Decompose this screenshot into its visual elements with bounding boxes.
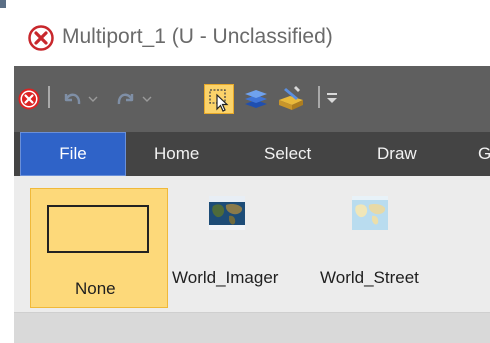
toolbar-separator bbox=[48, 86, 50, 108]
redo-dropdown-icon[interactable] bbox=[142, 94, 152, 104]
tab-draw[interactable]: Draw bbox=[377, 132, 417, 176]
title-bar: Multiport_1 (U - Unclassified) bbox=[0, 8, 490, 66]
window-title: Multiport_1 (U - Unclassified) bbox=[62, 25, 333, 48]
app-window: Multiport_1 (U - Unclassified) File Home… bbox=[0, 0, 490, 343]
edit-tool-icon[interactable] bbox=[276, 84, 306, 112]
undo-dropdown-icon[interactable] bbox=[88, 94, 98, 104]
ribbon-panel: None World_Imager World_Street bbox=[14, 176, 490, 313]
basemap-label: None bbox=[75, 279, 116, 298]
tab-home[interactable]: Home bbox=[154, 132, 199, 176]
basemap-world-street[interactable]: World_Street bbox=[320, 188, 460, 308]
content-area bbox=[14, 313, 490, 343]
none-swatch bbox=[47, 205, 149, 253]
close-circle-icon[interactable] bbox=[18, 88, 40, 110]
customize-icon[interactable] bbox=[326, 92, 338, 104]
window-edge bbox=[0, 0, 6, 8]
app-error-icon bbox=[28, 25, 54, 51]
basemap-label: World_Street bbox=[320, 268, 419, 287]
redo-icon[interactable] bbox=[114, 88, 138, 110]
tab-file[interactable]: File bbox=[20, 132, 126, 176]
basemap-world-imagery[interactable]: World_Imager bbox=[172, 188, 318, 308]
tab-select[interactable]: Select bbox=[264, 132, 311, 176]
tab-more[interactable]: G bbox=[478, 132, 490, 176]
ribbon-tabs: File Home Select Draw G bbox=[14, 132, 490, 176]
basemap-label: World_Imager bbox=[172, 268, 279, 287]
quick-access-toolbar bbox=[14, 66, 490, 132]
world-street-thumbnail bbox=[352, 196, 388, 230]
toolbar-separator bbox=[318, 86, 320, 108]
basemap-none[interactable]: None bbox=[30, 188, 168, 308]
world-imagery-thumbnail bbox=[209, 196, 245, 230]
layers-icon[interactable] bbox=[242, 87, 270, 111]
select-pointer-icon[interactable] bbox=[204, 84, 234, 114]
undo-icon[interactable] bbox=[60, 88, 84, 110]
